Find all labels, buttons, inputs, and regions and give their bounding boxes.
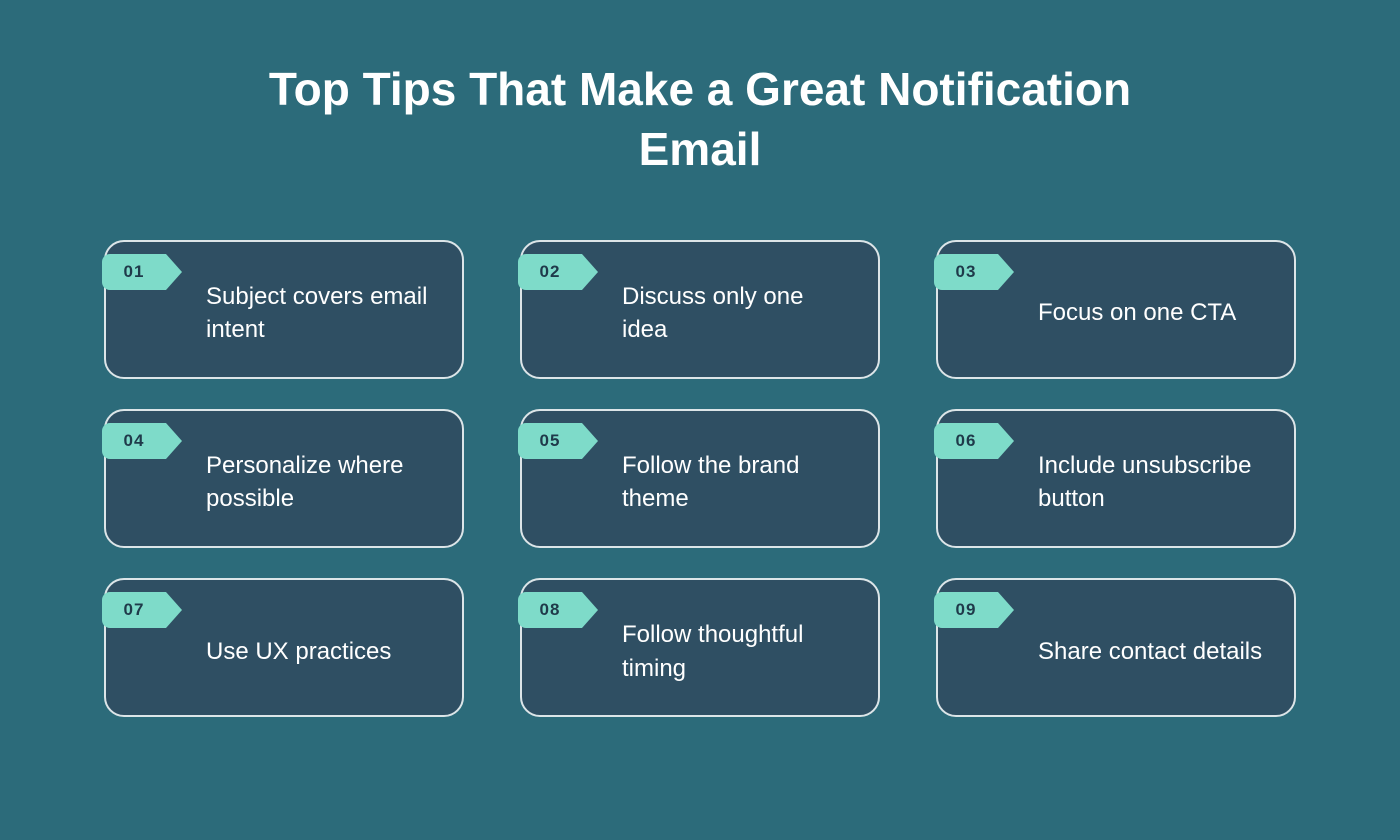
tip-text: Share contact details [1038,635,1262,669]
badge-number: 03 [934,254,998,290]
badge-number: 08 [518,592,582,628]
badge-number: 06 [934,423,998,459]
badge-arrow-icon [998,423,1014,459]
tip-text: Focus on one CTA [1038,296,1236,330]
badge-arrow-icon [166,254,182,290]
number-badge: 09 [934,592,1014,628]
page-title: Top Tips That Make a Great Notification … [250,60,1150,180]
badge-number: 01 [102,254,166,290]
tip-text: Personalize where possible [206,449,432,516]
badge-number: 07 [102,592,166,628]
tip-text: Follow the brand theme [622,449,848,516]
tip-card: 04 Personalize where possible [104,409,464,548]
tip-card: 07 Use UX practices [104,578,464,717]
tip-card: 09 Share contact details [936,578,1296,717]
tip-text: Follow thoughtful timing [622,618,848,685]
badge-number: 05 [518,423,582,459]
number-badge: 04 [102,423,182,459]
tip-card: 06 Include unsubscribe button [936,409,1296,548]
tip-card: 01 Subject covers email intent [104,240,464,379]
tips-grid: 01 Subject covers email intent 02 Discus… [104,240,1296,718]
badge-arrow-icon [998,592,1014,628]
tip-card: 08 Follow thoughtful timing [520,578,880,717]
tip-card: 05 Follow the brand theme [520,409,880,548]
badge-arrow-icon [998,254,1014,290]
badge-arrow-icon [166,592,182,628]
badge-number: 02 [518,254,582,290]
tip-text: Discuss only one idea [622,280,848,347]
tip-card: 03 Focus on one CTA [936,240,1296,379]
badge-number: 04 [102,423,166,459]
number-badge: 08 [518,592,598,628]
badge-arrow-icon [582,254,598,290]
tip-text: Include unsubscribe button [1038,449,1264,516]
number-badge: 03 [934,254,1014,290]
number-badge: 02 [518,254,598,290]
badge-arrow-icon [166,423,182,459]
tip-card: 02 Discuss only one idea [520,240,880,379]
number-badge: 05 [518,423,598,459]
badge-arrow-icon [582,423,598,459]
tip-text: Use UX practices [206,635,391,669]
number-badge: 06 [934,423,1014,459]
badge-arrow-icon [582,592,598,628]
number-badge: 07 [102,592,182,628]
badge-number: 09 [934,592,998,628]
number-badge: 01 [102,254,182,290]
tip-text: Subject covers email intent [206,280,432,347]
